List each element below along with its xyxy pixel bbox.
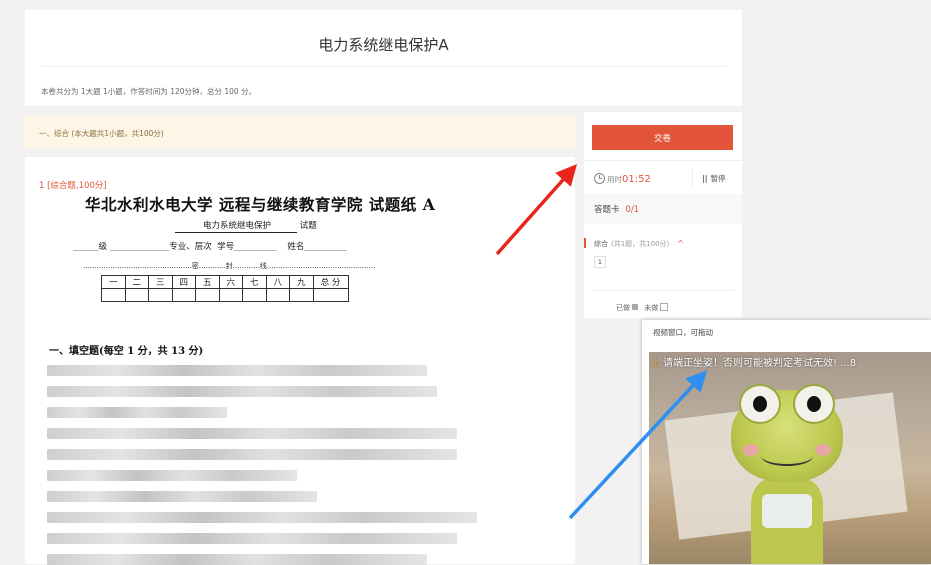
score-cell [195,288,220,302]
question-tag: 1 [综合题,100分] [39,181,107,191]
legend-done-label: 已做 [616,304,630,312]
chevron-up-icon: ^ [677,239,684,248]
score-table: 一 二 三 四 五 六 七 八 九 总 分 [101,275,349,302]
clock-icon [594,173,605,184]
paper-course-name: 电力系统继电保护 [175,221,298,233]
blurred-text-line [47,407,227,418]
exam-header-card: 电力系统继电保护A 本卷共分为 1大题 1小题，作答时间为 120分钟，总分 1… [25,10,742,106]
paper-school-title: 华北水利水电大学 远程与继续教育学院 试题纸 A [85,195,436,214]
blurred-text-line [47,491,317,502]
frog-cheek-right [815,444,831,456]
score-cell [148,288,173,302]
score-cell [101,288,126,302]
blurred-text-line [47,428,457,439]
score-cell [124,288,149,302]
score-cell [265,288,290,302]
score-cell [171,288,196,302]
question-group-toggle[interactable]: 综合 (共1题，共100分) ^ [594,239,684,249]
frog-eye-right [793,384,835,424]
group-accent-bar [584,238,586,248]
video-window-title[interactable]: 视频窗口，可拖动 [653,327,713,338]
score-header-cell: 七 [242,275,267,289]
frog-toy-bib [762,494,812,528]
warning-icon: ⚠ [651,358,660,369]
question-number-badge[interactable]: 1 [594,256,606,268]
answered-square-icon [632,304,638,310]
score-header-cell: 二 [124,275,149,289]
answer-card-header: 答题卡 0/1 [584,194,742,224]
blurred-text-line [47,470,297,481]
pause-button[interactable]: || 暂停 [702,173,725,184]
legend-todo-label: 未做 [644,304,659,312]
frog-cheek-left [743,444,759,456]
blurred-text-line [47,554,427,565]
answer-card-label: 答题卡 [594,205,620,215]
score-header-cell: 九 [289,275,314,289]
score-table-value-row [101,288,349,302]
webcam-feed: ⚠ 请端正坐姿！否则可能被判定考试无效! ...8 [649,352,931,564]
score-cell [312,288,349,302]
elapsed-timer: 用时01:52 [594,173,651,185]
fill-blank-heading: 一、填空题(每空 1 分，共 13 分) [49,346,204,357]
score-header-cell: 八 [265,275,290,289]
warning-text: 请端正坐姿！否则可能被判定考试无效! ...8 [662,358,857,369]
blurred-text-line [47,386,437,397]
posture-warning: ⚠ 请端正坐姿！否则可能被判定考试无效! ...8 [651,354,856,369]
pause-label: 暂停 [710,174,726,183]
answer-legend: 已做 未做 [616,303,669,313]
paper-course-suffix: 试题 [299,221,317,231]
score-header-cell: 总 分 [312,275,349,289]
paper-course-line: 电力系统继电保护 试题 [175,219,317,233]
video-window[interactable]: 视频窗口，可拖动 ⚠ 请端正坐姿！否则可能被判定考试无效! ...8 [642,320,931,564]
timer-value: 01:52 [622,174,651,185]
exam-summary: 本卷共分为 1大题 1小题，作答时间为 120分钟，总分 100 分。 [41,87,257,96]
score-header-cell: 六 [218,275,243,289]
timer-row: 用时01:52 || 暂停 [584,160,742,196]
paper-seal-line: …………………………………………密…………封…………线…………………………………… [83,262,376,270]
unanswered-square-icon [660,303,669,311]
paper-student-fields: ______级 ______________专业、层次 学号__________… [73,242,347,252]
frog-eye-left [739,384,781,424]
section-header: 一、综合 (本大题共1小题，共100分) [25,115,575,149]
score-header-cell: 四 [171,275,196,289]
group-detail: (共1题，共100分) [611,240,670,248]
pause-icon: || [702,174,708,183]
score-table-header-row: 一 二 三 四 五 六 七 八 九 总 分 [101,275,349,289]
blurred-text-line [47,512,477,523]
group-name: 综合 [594,240,608,248]
timer-prefix: 用时 [607,175,622,184]
score-cell [289,288,314,302]
score-header-cell: 五 [195,275,220,289]
section-label: 一、综合 (本大题共1小题，共100分) [39,129,164,138]
score-header-cell: 三 [148,275,173,289]
score-cell [242,288,267,302]
header-divider [41,66,726,67]
submit-exam-button[interactable]: 交卷 [592,125,733,150]
blurred-text-line [47,365,427,376]
timer-divider [692,169,693,187]
score-header-cell: 一 [101,275,126,289]
frog-mouth [761,446,813,466]
answer-card-title: 答题卡 0/1 [594,203,639,215]
question-card: 1 [综合题,100分] 华北水利水电大学 远程与继续教育学院 试题纸 A 电力… [25,157,575,565]
score-cell [218,288,243,302]
legend-divider [592,290,734,291]
blurred-text-line [47,533,457,544]
frog-toy-head [731,384,843,482]
blurred-text-line [47,449,457,460]
exam-side-panel: 交卷 用时01:52 || 暂停 答题卡 0/1 综合 (共1题，共100分) ^ 1 … [584,112,742,318]
exam-title: 电力系统继电保护A [318,36,449,54]
answer-card-count: 0/1 [625,205,640,215]
